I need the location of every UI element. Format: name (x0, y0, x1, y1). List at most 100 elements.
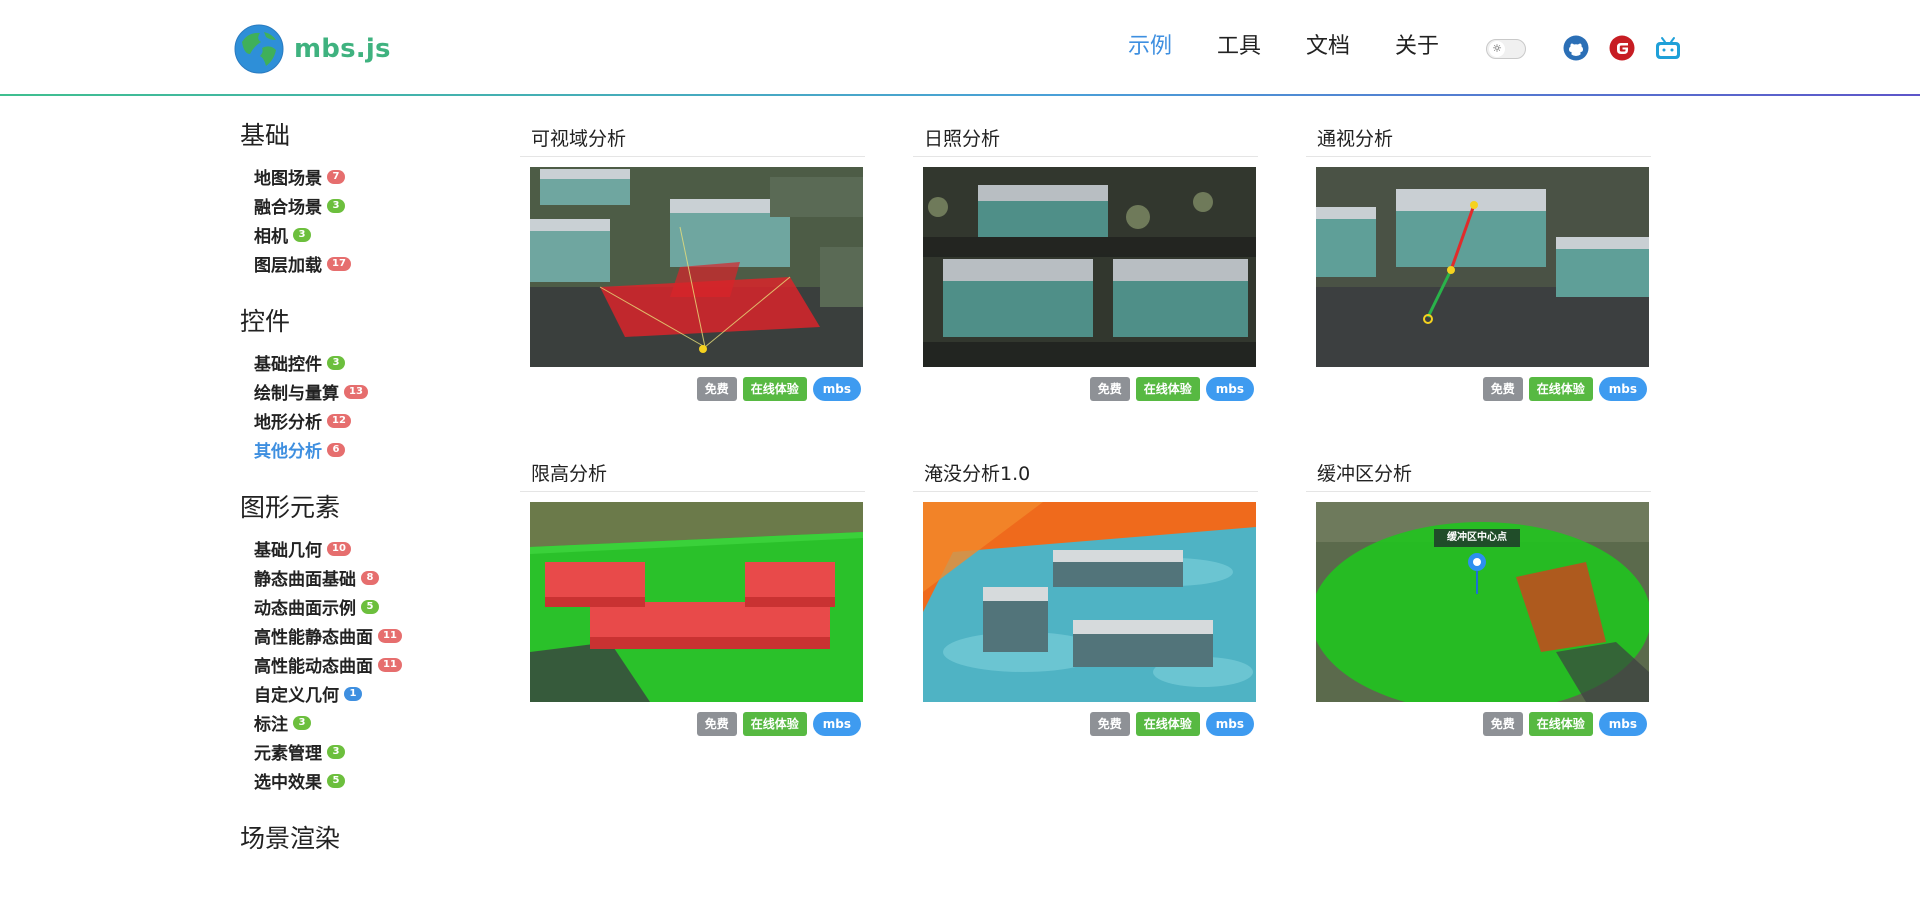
card-thumbnail[interactable] (923, 502, 1256, 702)
card-divider (520, 156, 865, 157)
card-tags: 免费 在线体验 mbs (1482, 377, 1647, 401)
try-online-tag[interactable]: 在线体验 (1528, 712, 1593, 736)
example-card: 淹没分析1.0 免费 在线体验 mbs (903, 449, 1258, 736)
sidebar-item-label: 静态曲面基础 (254, 570, 356, 590)
sidebar-item-camera[interactable]: 相机 3 (240, 220, 500, 249)
try-online-tag[interactable]: 在线体验 (1528, 377, 1593, 401)
count-badge: 3 (293, 227, 311, 242)
sidebar-item-custom-geometry[interactable]: 自定义几何 1 (240, 679, 500, 708)
try-online-tag[interactable]: 在线体验 (742, 712, 807, 736)
sidebar-item-draw-measure[interactable]: 绘制与量算 13 (240, 377, 500, 406)
github-icon[interactable] (1562, 34, 1590, 62)
sidebar-section-graphics: 图形元素 基础几何 10 静态曲面基础 8 动态曲面示例 5 高性能静态曲面 1… (240, 486, 500, 795)
theme-toggle[interactable]: ☼ (1486, 39, 1526, 59)
nav-examples[interactable]: 示例 (1128, 30, 1172, 64)
sidebar-item-label: 绘制与量算 (254, 384, 339, 404)
sidebar-item-other-analysis[interactable]: 其他分析 6 (240, 435, 500, 464)
card-title[interactable]: 缓冲区分析 (1317, 459, 1412, 486)
card-divider (1306, 156, 1651, 157)
mbs-tag[interactable]: mbs (1598, 712, 1647, 736)
card-title[interactable]: 限高分析 (531, 459, 607, 486)
sidebar-item-label: 基础几何 (254, 541, 322, 561)
bilibili-icon[interactable] (1654, 34, 1682, 62)
count-badge: 5 (327, 773, 345, 788)
sidebar-item-hp-static-surface[interactable]: 高性能静态曲面 11 (240, 621, 500, 650)
card-thumbnail[interactable]: 缓冲区中心点 (1316, 502, 1649, 702)
sun-icon: ☼ (1489, 41, 1505, 57)
main-nav: 示例 工具 文档 关于 (1128, 30, 1484, 64)
card-divider (913, 491, 1258, 492)
gitee-icon[interactable] (1608, 34, 1636, 62)
sidebar-item-label: 元素管理 (254, 744, 322, 764)
sidebar-item-label: 自定义几何 (254, 686, 339, 706)
sidebar-section-title: 基础 (240, 121, 291, 150)
sidebar-item-element-management[interactable]: 元素管理 3 (240, 737, 500, 766)
sidebar-item-label: 融合场景 (254, 198, 322, 218)
nav-about[interactable]: 关于 (1395, 30, 1439, 64)
card-tags: 免费 在线体验 mbs (696, 712, 861, 736)
example-card: 限高分析 免费 在线体验 mbs (510, 449, 865, 736)
card-title[interactable]: 通视分析 (1317, 124, 1393, 151)
card-tags: 免费 在线体验 mbs (1089, 712, 1254, 736)
count-badge: 1 (344, 686, 362, 701)
free-tag[interactable]: 免费 (1089, 712, 1130, 736)
sidebar-item-fusion-scene[interactable]: 融合场景 3 (240, 191, 500, 220)
card-thumbnail[interactable] (1316, 167, 1649, 367)
card-thumbnail[interactable] (530, 167, 863, 367)
free-tag[interactable]: 免费 (1482, 712, 1523, 736)
sidebar-item-map-scene[interactable]: 地图场景 7 (240, 162, 500, 191)
example-card: 缓冲区分析 缓冲区中心点 免费 在线体验 mbs (1296, 449, 1651, 736)
sidebar-section-scene-rendering: 场景渲染 (240, 817, 500, 861)
try-online-tag[interactable]: 在线体验 (742, 377, 807, 401)
example-card: 可视域分析 免费 在线体验 mbs (510, 114, 865, 401)
sidebar-item-terrain-analysis[interactable]: 地形分析 12 (240, 406, 500, 435)
mbs-tag[interactable]: mbs (1205, 712, 1254, 736)
sidebar-item-selection-effect[interactable]: 选中效果 5 (240, 766, 500, 795)
sidebar-item-dynamic-surface[interactable]: 动态曲面示例 5 (240, 592, 500, 621)
sidebar-item-hp-dynamic-surface[interactable]: 高性能动态曲面 11 (240, 650, 500, 679)
card-tags: 免费 在线体验 mbs (1482, 712, 1647, 736)
card-title[interactable]: 日照分析 (924, 124, 1000, 151)
sidebar-section-title: 图形元素 (240, 493, 341, 522)
count-badge: 6 (327, 442, 345, 457)
sidebar-item-basic-geometry[interactable]: 基础几何 10 (240, 534, 500, 563)
sidebar-item-label: 动态曲面示例 (254, 599, 356, 619)
card-thumbnail[interactable] (923, 167, 1256, 367)
try-online-tag[interactable]: 在线体验 (1135, 712, 1200, 736)
sidebar-item-basic-controls[interactable]: 基础控件 3 (240, 348, 500, 377)
mbs-tag[interactable]: mbs (1205, 377, 1254, 401)
card-title[interactable]: 可视域分析 (531, 124, 626, 151)
count-badge: 12 (327, 413, 351, 428)
count-badge: 3 (327, 198, 345, 213)
card-thumbnail[interactable] (530, 502, 863, 702)
sidebar-item-layer-loading[interactable]: 图层加载 17 (240, 249, 500, 278)
nav-docs[interactable]: 文档 (1306, 30, 1350, 64)
count-badge: 3 (327, 744, 345, 759)
sidebar-section-title: 控件 (240, 307, 291, 336)
free-tag[interactable]: 免费 (1089, 377, 1130, 401)
card-divider (1306, 491, 1651, 492)
count-badge: 7 (327, 169, 345, 184)
card-divider (520, 491, 865, 492)
count-badge: 8 (361, 570, 379, 585)
sidebar-item-label: 高性能静态曲面 (254, 628, 373, 648)
header-divider (0, 94, 1920, 96)
sidebar-item-label: 图层加载 (254, 256, 322, 276)
card-title[interactable]: 淹没分析1.0 (924, 459, 1030, 486)
card-divider (913, 156, 1258, 157)
free-tag[interactable]: 免费 (696, 377, 737, 401)
globe-logo-icon (234, 24, 284, 74)
count-badge: 3 (327, 355, 345, 370)
mbs-tag[interactable]: mbs (812, 712, 861, 736)
try-online-tag[interactable]: 在线体验 (1135, 377, 1200, 401)
mbs-tag[interactable]: mbs (812, 377, 861, 401)
card-tags: 免费 在线体验 mbs (1089, 377, 1254, 401)
free-tag[interactable]: 免费 (696, 712, 737, 736)
sidebar-item-static-surface[interactable]: 静态曲面基础 8 (240, 563, 500, 592)
free-tag[interactable]: 免费 (1482, 377, 1523, 401)
sidebar-item-label: 选中效果 (254, 773, 322, 793)
sidebar-item-annotation[interactable]: 标注 3 (240, 708, 500, 737)
mbs-tag[interactable]: mbs (1598, 377, 1647, 401)
logo-link[interactable]: mbs.js (234, 24, 391, 74)
nav-tools[interactable]: 工具 (1217, 30, 1261, 64)
